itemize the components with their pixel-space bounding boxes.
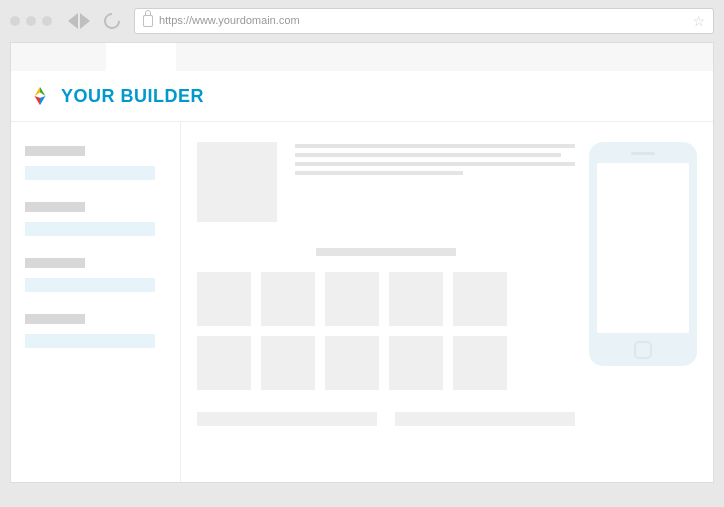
footer-bar-placeholder — [197, 412, 377, 426]
thumbnail-placeholder[interactable] — [389, 272, 443, 326]
footer-bar-placeholder — [395, 412, 575, 426]
sidebar-heading-placeholder — [25, 258, 85, 268]
text-line-placeholder — [295, 162, 575, 166]
refresh-icon[interactable] — [101, 10, 124, 33]
app-body — [11, 122, 713, 482]
bookmark-star-icon[interactable]: ☆ — [692, 13, 705, 30]
thumbnail-placeholder[interactable] — [389, 336, 443, 390]
sidebar-heading-placeholder — [25, 146, 85, 156]
sidebar — [11, 122, 181, 482]
logo-icon — [29, 85, 51, 107]
tabs-bar — [11, 43, 713, 71]
phone-mockup — [589, 142, 697, 366]
text-line-placeholder — [295, 171, 463, 175]
sidebar-item[interactable] — [25, 166, 155, 180]
phone-preview-column — [589, 142, 697, 462]
thumbnail-placeholder[interactable] — [197, 336, 251, 390]
thumbnail-placeholder[interactable] — [261, 272, 315, 326]
address-bar[interactable]: https://www.yourdomain.com ☆ — [134, 8, 714, 34]
thumbnail-placeholder[interactable] — [453, 336, 507, 390]
phone-speaker-icon — [631, 152, 655, 155]
hero-section — [197, 142, 575, 222]
back-icon[interactable] — [68, 13, 78, 29]
content-column — [197, 142, 575, 462]
sidebar-item[interactable] — [25, 222, 155, 236]
main-content — [181, 122, 713, 482]
phone-home-button-icon[interactable] — [634, 341, 652, 359]
text-line-placeholder — [295, 144, 575, 148]
sidebar-heading-placeholder — [25, 202, 85, 212]
hero-image-placeholder — [197, 142, 277, 222]
sidebar-group — [25, 258, 166, 292]
sidebar-group — [25, 314, 166, 348]
browser-toolbar: https://www.yourdomain.com ☆ — [0, 0, 724, 42]
footer-bars — [197, 412, 575, 426]
app-header: YOUR BUILDER — [11, 71, 713, 122]
section-title-placeholder — [316, 248, 456, 256]
thumbnail-placeholder[interactable] — [325, 272, 379, 326]
hero-text-placeholder — [295, 142, 575, 222]
app-window: YOUR BUILDER — [10, 42, 714, 483]
thumbnail-placeholder[interactable] — [261, 336, 315, 390]
url-text: https://www.yourdomain.com — [159, 15, 686, 27]
lock-icon — [143, 15, 153, 27]
maximize-window-icon[interactable] — [42, 16, 52, 26]
sidebar-item[interactable] — [25, 334, 155, 348]
close-window-icon[interactable] — [10, 16, 20, 26]
sidebar-group — [25, 146, 166, 180]
thumbnail-placeholder[interactable] — [325, 336, 379, 390]
sidebar-item[interactable] — [25, 278, 155, 292]
text-line-placeholder — [295, 153, 561, 157]
sidebar-heading-placeholder — [25, 314, 85, 324]
brand-title: YOUR BUILDER — [61, 86, 204, 107]
phone-screen — [597, 163, 689, 333]
minimize-window-icon[interactable] — [26, 16, 36, 26]
forward-icon[interactable] — [80, 13, 90, 29]
thumbnail-placeholder[interactable] — [197, 272, 251, 326]
thumbnail-placeholder[interactable] — [453, 272, 507, 326]
nav-arrows — [68, 13, 90, 29]
active-tab[interactable] — [106, 43, 176, 71]
sidebar-group — [25, 202, 166, 236]
thumbnail-row — [197, 336, 575, 390]
thumbnail-row — [197, 272, 575, 326]
window-controls — [10, 16, 52, 26]
